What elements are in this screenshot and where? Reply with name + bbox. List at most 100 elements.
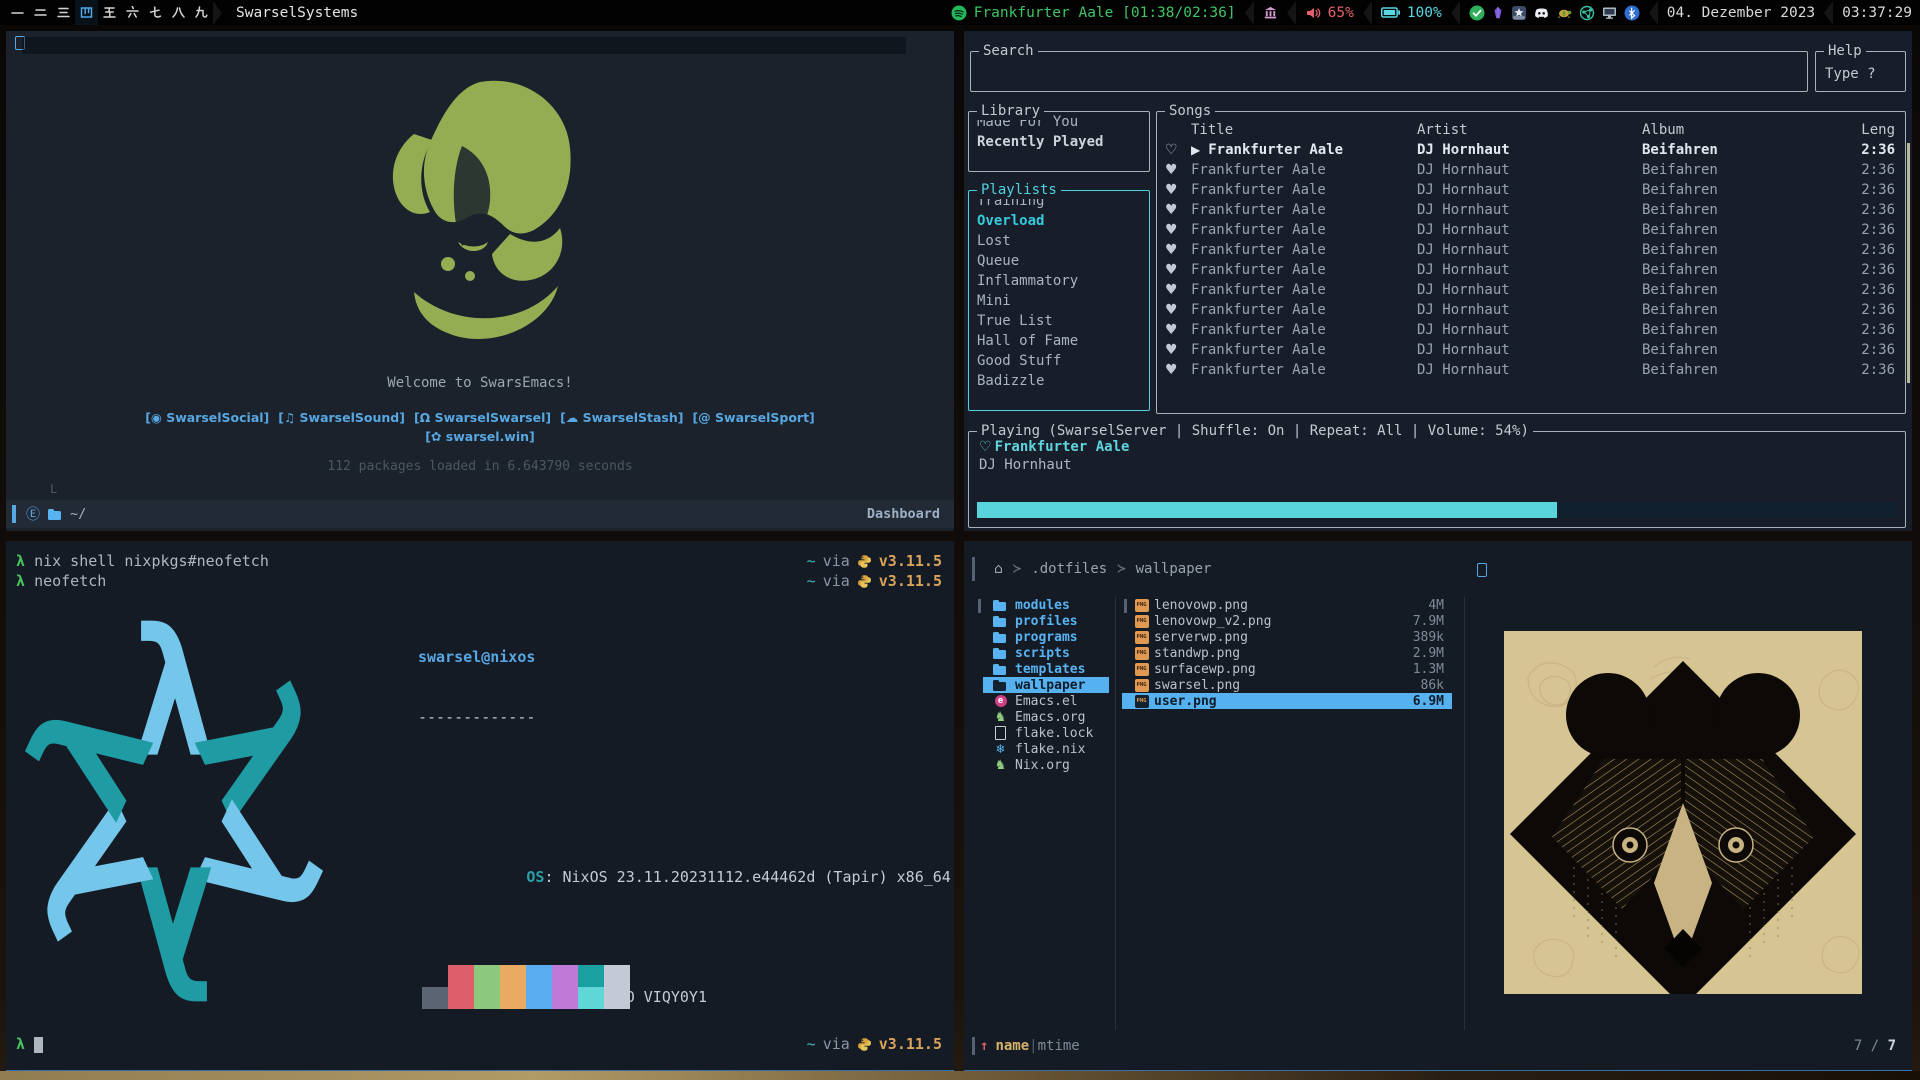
column-artist[interactable]: Artist: [1417, 120, 1642, 140]
sort-direction-arrow[interactable]: ↑: [980, 1038, 988, 1054]
playlist-item[interactable]: Queue: [969, 251, 1149, 271]
workspace-button-6[interactable]: [121, 0, 144, 25]
playlist-item[interactable]: Overload: [969, 211, 1149, 231]
file-row[interactable]: wallpaper: [983, 677, 1109, 693]
workspace-button-4-active[interactable]: [75, 0, 98, 25]
heart-icon[interactable]: ♥: [1165, 320, 1191, 340]
song-row[interactable]: ♡ ▶Frankfurter Aale DJ Hornhaut Beifahre…: [1157, 140, 1905, 160]
file-row[interactable]: lenovowp_v2.png 7.9M: [1122, 613, 1452, 629]
battery-widget[interactable]: 100%: [1381, 5, 1442, 21]
song-row[interactable]: ♥ Frankfurter Aale DJ Hornhaut Beifahren…: [1157, 300, 1905, 320]
column-length[interactable]: Leng: [1860, 120, 1895, 140]
file-row[interactable]: programs: [983, 629, 1109, 645]
workspace-button-2[interactable]: [29, 0, 52, 25]
checkmark-icon[interactable]: [1469, 5, 1485, 21]
sort-alt-key[interactable]: mtime: [1038, 1038, 1080, 1054]
site-link-button[interactable]: [✿ swarsel.win]: [6, 429, 954, 444]
clock-time[interactable]: 03:37:29: [1842, 5, 1912, 21]
dashboard-link-button[interactable]: [Ω SwarselSwarsel]: [414, 410, 551, 425]
file-row[interactable]: flake.lock: [983, 725, 1109, 741]
dashboard-link-button[interactable]: [☁ SwarselStash]: [560, 410, 683, 425]
progress-track[interactable]: [977, 502, 1897, 518]
parent-pane-scrollbar[interactable]: [978, 599, 981, 613]
playlist-item[interactable]: Inflammatory: [969, 271, 1149, 291]
building-widget[interactable]: [1263, 5, 1278, 20]
column-title[interactable]: Title: [1191, 120, 1417, 140]
workspace-button-8[interactable]: [167, 0, 190, 25]
workspace-button-5[interactable]: [98, 0, 121, 25]
file-row[interactable]: Emacs.org: [983, 709, 1109, 725]
song-row[interactable]: ♥ Frankfurter Aale DJ Hornhaut Beifahren…: [1157, 360, 1905, 380]
playlist-item[interactable]: True List: [969, 311, 1149, 331]
song-row[interactable]: ♥ Frankfurter Aale DJ Hornhaut Beifahren…: [1157, 160, 1905, 180]
home-icon[interactable]: ⌂: [994, 561, 1003, 577]
file-row[interactable]: templates: [983, 661, 1109, 677]
heart-icon[interactable]: ♥: [1165, 300, 1191, 320]
song-artist: DJ Hornhaut: [1417, 140, 1642, 160]
syncthing-icon[interactable]: [1579, 5, 1595, 21]
songs-scrollbar[interactable]: [1907, 143, 1910, 383]
heart-icon[interactable]: ♡: [1165, 140, 1191, 160]
file-row[interactable]: modules: [983, 597, 1109, 613]
heart-icon[interactable]: ♥: [1165, 220, 1191, 240]
heart-icon[interactable]: ♥: [1165, 260, 1191, 280]
volume-widget[interactable]: 65%: [1305, 5, 1354, 21]
sort-key[interactable]: name: [995, 1038, 1029, 1054]
file-row[interactable]: profiles: [983, 613, 1109, 629]
dashboard-link-button[interactable]: [♫ SwarselSound]: [278, 410, 405, 425]
crystal-icon[interactable]: [1491, 5, 1505, 21]
file-row[interactable]: serverwp.png 389k: [1122, 629, 1452, 645]
library-item[interactable]: Recently Played: [969, 132, 1149, 152]
turtle-icon[interactable]: [1556, 5, 1573, 21]
song-row[interactable]: ♥ Frankfurter Aale DJ Hornhaut Beifahren…: [1157, 200, 1905, 220]
heart-icon[interactable]: ♥: [1165, 180, 1191, 200]
discord-icon[interactable]: [1533, 5, 1550, 21]
playlist-item[interactable]: Badizzle: [969, 371, 1149, 391]
dashboard-link-button[interactable]: [◉ SwarselSocial]: [145, 410, 269, 425]
search-input[interactable]: [971, 52, 1807, 91]
workspace-button-9[interactable]: [190, 0, 213, 25]
window-terminal[interactable]: λ nix shell nixpkgs#neofetch ~viav3.11.5…: [6, 541, 954, 1071]
file-row[interactable]: swarsel.png 86k: [1122, 677, 1452, 693]
heart-icon[interactable]: ♡: [979, 439, 992, 455]
workspace-button-7[interactable]: [144, 0, 167, 25]
clock-date[interactable]: 04. Dezember 2023: [1667, 5, 1815, 21]
dashboard-link-button[interactable]: [@ SwarselSport]: [692, 410, 814, 425]
heart-icon[interactable]: ♥: [1165, 280, 1191, 300]
file-row[interactable]: lenovowp.png 4M: [1122, 597, 1452, 613]
terminal-cursor[interactable]: [34, 1037, 43, 1053]
breadcrumb-dir[interactable]: .dotfiles: [1031, 561, 1107, 577]
bluetooth-icon[interactable]: [1624, 5, 1640, 21]
file-row[interactable]: scripts: [983, 645, 1109, 661]
steam-icon[interactable]: [1511, 5, 1527, 21]
song-row[interactable]: ♥ Frankfurter Aale DJ Hornhaut Beifahren…: [1157, 240, 1905, 260]
song-row[interactable]: ♥ Frankfurter Aale DJ Hornhaut Beifahren…: [1157, 340, 1905, 360]
heart-icon[interactable]: ♥: [1165, 160, 1191, 180]
heart-icon[interactable]: ♥: [1165, 360, 1191, 380]
now-playing-widget[interactable]: Frankfurter Aale [01:38/02:36]: [951, 5, 1236, 21]
song-row[interactable]: ♥ Frankfurter Aale DJ Hornhaut Beifahren…: [1157, 220, 1905, 240]
playlist-item[interactable]: Good Stuff: [969, 351, 1149, 371]
monitor-icon[interactable]: [1601, 5, 1618, 21]
playlist-item[interactable]: Hall of Fame: [969, 331, 1149, 351]
playlist-item[interactable]: Mini: [969, 291, 1149, 311]
column-album[interactable]: Album: [1642, 120, 1860, 140]
heart-icon[interactable]: ♥: [1165, 200, 1191, 220]
playlist-item[interactable]: Lost: [969, 231, 1149, 251]
file-row[interactable]: Nix.org: [983, 757, 1109, 773]
file-row[interactable]: user.png 6.9M: [1122, 693, 1452, 709]
file-row[interactable]: flake.nix: [983, 741, 1109, 757]
song-row[interactable]: ♥ Frankfurter Aale DJ Hornhaut Beifahren…: [1157, 180, 1905, 200]
modeline-path[interactable]: ~/: [70, 506, 86, 522]
file-row[interactable]: surfacewp.png 1.3M: [1122, 661, 1452, 677]
file-row[interactable]: standwp.png 2.9M: [1122, 645, 1452, 661]
workspace-button-1[interactable]: [6, 0, 29, 25]
file-row[interactable]: Emacs.el: [983, 693, 1109, 709]
song-row[interactable]: ♥ Frankfurter Aale DJ Hornhaut Beifahren…: [1157, 280, 1905, 300]
heart-icon[interactable]: ♥: [1165, 240, 1191, 260]
breadcrumb-dir[interactable]: wallpaper: [1136, 561, 1212, 577]
song-row[interactable]: ♥ Frankfurter Aale DJ Hornhaut Beifahren…: [1157, 260, 1905, 280]
heart-icon[interactable]: ♥: [1165, 340, 1191, 360]
song-row[interactable]: ♥ Frankfurter Aale DJ Hornhaut Beifahren…: [1157, 320, 1905, 340]
workspace-button-3[interactable]: [52, 0, 75, 25]
